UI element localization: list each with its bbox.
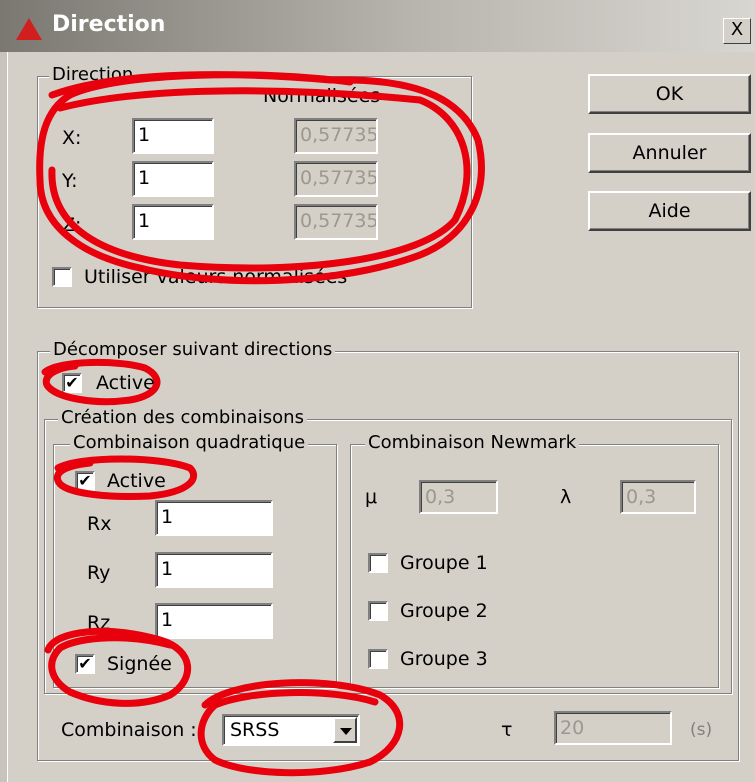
decompose-legend: Décomposer suivant directions <box>50 339 336 361</box>
group3-checkbox[interactable] <box>368 649 388 669</box>
newmark-legend: Combinaison Newmark <box>365 432 580 454</box>
direction-legend: Direction <box>49 64 137 86</box>
signed-label: Signée <box>107 653 172 675</box>
rz-label: Rz <box>87 612 111 634</box>
use-normalized-label: Utiliser valeurs normalisées <box>84 266 348 288</box>
quadratic-active-label: Active <box>107 470 166 492</box>
combination-select[interactable]: SRSS <box>222 714 360 746</box>
group1-checkbox[interactable] <box>368 553 388 573</box>
y-label: Y: <box>62 170 78 192</box>
lambda-symbol: λ <box>560 486 572 508</box>
quadratic-legend: Combinaison quadratique <box>70 432 309 454</box>
rx-input[interactable]: 1 <box>155 500 273 536</box>
rx-label: Rx <box>87 513 112 535</box>
combination-label: Combinaison : <box>61 719 197 741</box>
cancel-button[interactable]: Annuler <box>588 133 751 173</box>
chevron-down-icon[interactable] <box>333 717 357 743</box>
mu-symbol: μ <box>365 486 378 508</box>
app-icon <box>16 18 42 40</box>
normalized-header: Normalisées <box>263 85 381 107</box>
group2-checkbox[interactable] <box>368 601 388 621</box>
x-label: X: <box>62 127 82 149</box>
z-normalized-field: 0,57735 <box>294 204 378 240</box>
ry-label: Ry <box>87 562 111 584</box>
mu-field: 0,3 <box>419 480 498 514</box>
title-bar: Direction X <box>0 0 755 52</box>
z-input[interactable]: 1 <box>132 204 214 240</box>
quadratic-active-checkbox[interactable]: ✔ <box>75 471 95 491</box>
creation-legend: Création des combinaisons <box>58 407 307 429</box>
y-input[interactable]: 1 <box>132 161 214 197</box>
tau-symbol: τ <box>501 719 513 741</box>
ry-input[interactable]: 1 <box>155 552 273 588</box>
x-normalized-field: 0,57735 <box>294 118 378 154</box>
lambda-field: 0,3 <box>620 480 696 514</box>
window-title: Direction <box>52 12 166 37</box>
group1-label: Groupe 1 <box>400 552 488 574</box>
tau-field: 20 <box>554 711 672 745</box>
z-label: Z: <box>62 214 82 236</box>
group2-label: Groupe 2 <box>400 600 488 622</box>
close-button[interactable]: X <box>723 18 751 44</box>
y-normalized-field: 0,57735 <box>294 161 378 197</box>
x-input[interactable]: 1 <box>132 118 214 154</box>
ok-button[interactable]: OK <box>588 74 751 114</box>
signed-checkbox[interactable]: ✔ <box>75 654 95 674</box>
group3-label: Groupe 3 <box>400 648 488 670</box>
decompose-active-label: Active <box>96 372 155 394</box>
combination-selected-value: SRSS <box>230 719 280 741</box>
decompose-active-checkbox[interactable]: ✔ <box>62 373 82 393</box>
window-edge <box>0 52 8 782</box>
use-normalized-checkbox[interactable] <box>52 267 72 287</box>
tau-unit: (s) <box>690 720 713 740</box>
rz-input[interactable]: 1 <box>155 603 273 639</box>
help-button[interactable]: Aide <box>588 191 751 231</box>
